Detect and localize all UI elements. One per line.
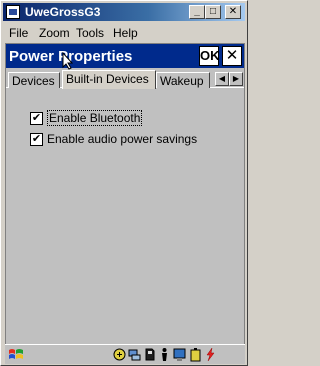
window-title-bar[interactable]: UweGrossG3 _ □ ✕ (3, 3, 245, 21)
enable-bluetooth-checkbox[interactable]: ✔ (30, 112, 43, 125)
menu-bar: File Zoom Tools Help (3, 23, 245, 43)
taskbar (5, 344, 245, 364)
person-icon[interactable] (158, 347, 171, 362)
mouse-cursor-icon (62, 52, 74, 70)
built-in-devices-panel: ✔ Enable Bluetooth ✔ Enable audio power … (6, 88, 244, 345)
tab-scroll-right-button[interactable]: ▶ (229, 72, 243, 86)
maximize-button[interactable]: □ (205, 5, 221, 19)
tab-devices[interactable]: Devices (8, 72, 60, 88)
monitor-icon[interactable] (173, 347, 186, 362)
usb-icon[interactable] (113, 347, 126, 362)
menu-tools[interactable]: Tools (76, 26, 104, 40)
dialog-close-button[interactable]: ✕ (222, 46, 242, 66)
sd-card-icon[interactable] (143, 347, 156, 362)
window-title: UweGrossG3 (25, 5, 101, 19)
app-icon (6, 5, 20, 19)
enable-audio-power-savings-label[interactable]: Enable audio power savings (47, 132, 197, 146)
tab-built-in-devices[interactable]: Built-in Devices (62, 70, 156, 89)
power-icon[interactable] (204, 347, 217, 362)
tab-wakeup[interactable]: Wakeup (156, 72, 210, 88)
menu-help[interactable]: Help (113, 26, 138, 40)
start-windows-flag-icon[interactable] (8, 347, 24, 362)
ok-button[interactable]: OK (199, 46, 220, 66)
enable-audio-power-savings-checkbox[interactable]: ✔ (30, 133, 43, 146)
menu-zoom[interactable]: Zoom (39, 26, 70, 40)
minimize-button[interactable]: _ (189, 5, 205, 19)
tab-scroll-left-button[interactable]: ◀ (215, 72, 229, 86)
tab-strip: Devices Built-in Devices Wakeup ◀ ▶ (6, 70, 244, 89)
dialog-title-bar: Power Properties OK ✕ (6, 44, 244, 68)
network-icon[interactable] (128, 347, 141, 362)
battery-icon[interactable] (189, 347, 202, 362)
device-screen: Power Properties OK ✕ Devices Built-in D… (5, 43, 245, 345)
emulator-window: UweGrossG3 _ □ ✕ File Zoom Tools Help Po… (0, 0, 248, 366)
close-window-button[interactable]: ✕ (225, 5, 241, 19)
menu-file[interactable]: File (9, 26, 28, 40)
enable-bluetooth-label[interactable]: Enable Bluetooth (47, 110, 143, 126)
